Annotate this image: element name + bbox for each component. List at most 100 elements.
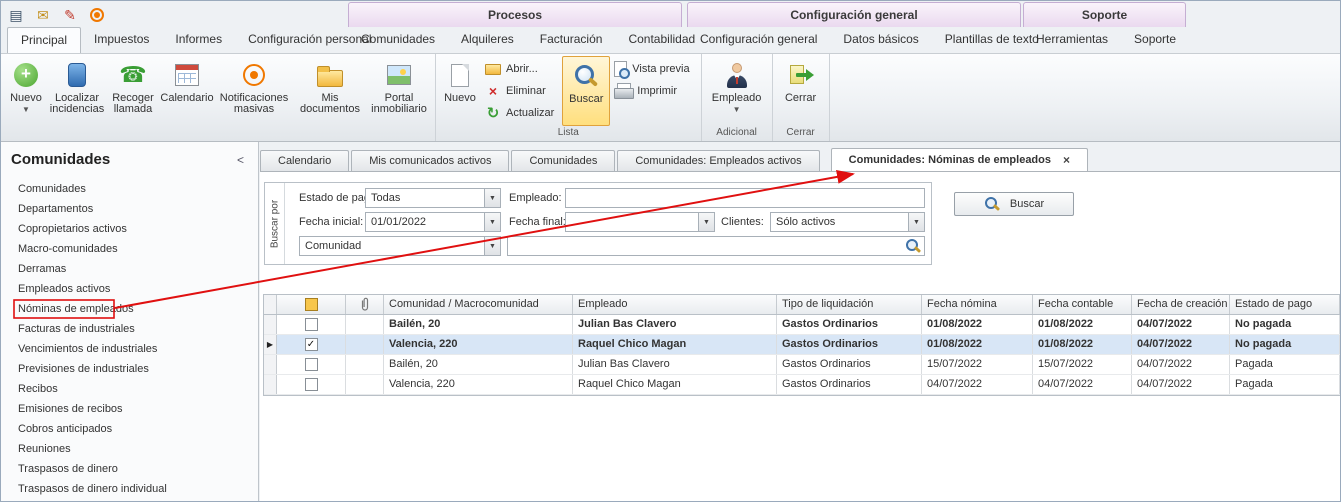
comunidad-search-input[interactable] xyxy=(508,237,902,255)
doc-tab-nominas-de-empleados-active[interactable]: Comunidades: Nóminas de empleados × xyxy=(831,148,1088,171)
tab-informes[interactable]: Informes xyxy=(162,27,235,53)
sidebar-item-recibos[interactable]: Recibos xyxy=(1,379,257,399)
buscar-label: Buscar xyxy=(569,94,603,105)
comunidad-search-field xyxy=(507,236,925,256)
buscar-button[interactable]: Buscar xyxy=(954,192,1074,216)
sidebar-item-traspasos-de-dinero-individual[interactable]: Traspasos de dinero individual xyxy=(1,479,257,499)
sidebar-item-cobros-anticipados[interactable]: Cobros anticipados xyxy=(1,419,257,439)
column-header-tipo[interactable]: Tipo de liquidación xyxy=(777,295,922,314)
tab-soporte[interactable]: Soporte xyxy=(1121,27,1189,53)
estado-de-pago-select[interactable]: Todas ▼ xyxy=(365,188,501,208)
sidebar-item-comunidades[interactable]: Comunidades xyxy=(1,179,257,199)
active-tab-label: Comunidades: Nóminas de empleados xyxy=(849,149,1051,171)
row-checkbox[interactable] xyxy=(305,338,318,351)
broadcast-icon[interactable] xyxy=(88,6,106,24)
row-checkbox-cell[interactable] xyxy=(277,355,346,374)
notebook-icon[interactable]: ▤ xyxy=(7,6,25,24)
imprimir-button[interactable]: Imprimir xyxy=(610,81,697,101)
row-checkbox[interactable] xyxy=(305,318,318,331)
tab-impuestos[interactable]: Impuestos xyxy=(81,27,162,53)
tab-alquileres[interactable]: Alquileres xyxy=(448,27,527,53)
recoger-llamada-button[interactable]: ☎ Recoger llamada xyxy=(106,56,160,126)
cell-fecha-nomina: 01/08/2022 xyxy=(922,335,1033,354)
sidebar-item-emisiones-de-recibos[interactable]: Emisiones de recibos xyxy=(1,399,257,419)
localizar-incidencias-button[interactable]: Localizar incidencias xyxy=(48,56,106,126)
chevron-down-icon[interactable]: ▼ xyxy=(484,237,500,255)
attachment-column-header[interactable] xyxy=(346,295,384,314)
sidebar-item-traspasos-de-dinero[interactable]: Traspasos de dinero xyxy=(1,459,257,479)
eliminar-button[interactable]: × Eliminar xyxy=(481,81,562,101)
column-header-fecha-creacion[interactable]: Fecha de creación xyxy=(1132,295,1230,314)
sidebar-item-nominas-de-empleados[interactable]: Nóminas de empleados xyxy=(1,299,257,319)
notificaciones-masivas-button[interactable]: Notificaciones masivas xyxy=(214,56,294,126)
tab-configuracion-general[interactable]: Configuración general xyxy=(687,27,830,53)
calendario-button[interactable]: Calendario xyxy=(160,56,214,126)
column-header-estado-de-pago[interactable]: Estado de pago xyxy=(1230,295,1340,314)
table-row[interactable]: Bailén, 20 Julian Bas Clavero Gastos Ord… xyxy=(264,355,1340,375)
portal-inmobiliario-button[interactable]: Portal inmobiliario xyxy=(366,56,432,126)
search-icon xyxy=(905,238,921,254)
clientes-select[interactable]: Sólo activos ▼ xyxy=(770,212,925,232)
column-header-fecha-nomina[interactable]: Fecha nómina xyxy=(922,295,1033,314)
doc-tab-empleados-activos[interactable]: Comunidades: Empleados activos xyxy=(617,150,819,171)
abrir-button[interactable]: Abrir... xyxy=(481,59,562,79)
tab-comunidades[interactable]: Comunidades xyxy=(348,27,448,53)
sidebar-item-previsiones-de-industriales[interactable]: Previsiones de industriales xyxy=(1,359,257,379)
doc-tab-mis-comunicados-activos[interactable]: Mis comunicados activos xyxy=(351,150,509,171)
buscar-ribbon-button[interactable]: Buscar xyxy=(562,56,610,126)
nuevo-button[interactable]: + Nuevo ▼ xyxy=(4,56,48,126)
sidebar-item-vencimientos-de-industriales[interactable]: Vencimientos de industriales xyxy=(1,339,257,359)
edit-icon[interactable]: ✎ xyxy=(61,6,79,24)
sidebar-item-facturas-de-industriales[interactable]: Facturas de industriales xyxy=(1,319,257,339)
group-label-adicional[interactable]: Adicional xyxy=(702,126,772,141)
sidebar-item-empleados-activos[interactable]: Empleados activos xyxy=(1,279,257,299)
chevron-down-icon[interactable]: ▼ xyxy=(484,189,500,207)
row-checkbox-cell[interactable] xyxy=(277,335,346,354)
row-checkbox[interactable] xyxy=(305,378,318,391)
tab-herramientas[interactable]: Herramientas xyxy=(1023,27,1121,53)
sidebar-item-reuniones[interactable]: Reuniones xyxy=(1,439,257,459)
mail-icon[interactable]: ✉ xyxy=(34,6,52,24)
application-window: ▤ ✉ ✎ Procesos Configuración general Sop… xyxy=(0,0,1341,502)
table-row-selected[interactable]: ▶ Valencia, 220 Raquel Chico Magan Gasto… xyxy=(264,335,1340,355)
cell-fecha-creacion: 04/07/2022 xyxy=(1132,355,1230,374)
column-header-comunidad[interactable]: Comunidad / Macrocomunidad xyxy=(384,295,573,314)
sidebar-item-macro-comunidades[interactable]: Macro-comunidades xyxy=(1,239,257,259)
select-all-checkbox[interactable] xyxy=(305,298,318,311)
fecha-final-datepicker[interactable]: ▼ xyxy=(565,212,715,232)
tab-datos-basicos[interactable]: Datos básicos xyxy=(830,27,931,53)
row-checkbox-cell[interactable] xyxy=(277,375,346,394)
select-all-header[interactable] xyxy=(277,295,346,314)
ribbon-tabs-configuracion: Configuración general Datos básicos Plan… xyxy=(687,27,1021,53)
fecha-inicial-datepicker[interactable]: 01/01/2022 ▼ xyxy=(365,212,501,232)
comunidad-field-select[interactable]: Comunidad ▼ xyxy=(299,236,501,256)
tab-facturacion[interactable]: Facturación xyxy=(527,27,616,53)
table-row[interactable]: Valencia, 220 Raquel Chico Magan Gastos … xyxy=(264,375,1340,395)
vista-previa-button[interactable]: Vista previa xyxy=(610,59,697,79)
sidebar-collapse-button[interactable]: < xyxy=(237,153,244,167)
empleado-button[interactable]: Empleado ▼ xyxy=(705,56,769,126)
sidebar-item-derramas[interactable]: Derramas xyxy=(1,259,257,279)
sidebar-item-copropietarios-activos[interactable]: Copropietarios activos xyxy=(1,219,257,239)
actualizar-button[interactable]: ↻ Actualizar xyxy=(481,103,562,123)
doc-tab-comunidades[interactable]: Comunidades xyxy=(511,150,615,171)
nuevo-lista-button[interactable]: Nuevo xyxy=(439,56,481,126)
empleado-input[interactable] xyxy=(565,188,925,208)
column-header-empleado[interactable]: Empleado xyxy=(573,295,777,314)
table-row[interactable]: Bailén, 20 Julian Bas Clavero Gastos Ord… xyxy=(264,315,1340,335)
chevron-down-icon[interactable]: ▼ xyxy=(484,213,500,231)
close-icon[interactable]: × xyxy=(1063,149,1070,171)
chevron-down-icon[interactable]: ▼ xyxy=(698,213,714,231)
folder-icon xyxy=(317,70,343,87)
tab-principal[interactable]: Principal xyxy=(7,27,81,53)
cerrar-button[interactable]: Cerrar xyxy=(776,56,826,126)
row-checkbox[interactable] xyxy=(305,358,318,371)
column-header-fecha-contable[interactable]: Fecha contable xyxy=(1033,295,1132,314)
mis-documentos-button[interactable]: Mis documentos xyxy=(294,56,366,126)
field-search-button[interactable] xyxy=(902,237,924,255)
row-checkbox-cell[interactable] xyxy=(277,315,346,334)
sidebar-item-departamentos[interactable]: Departamentos xyxy=(1,199,257,219)
doc-tab-calendario[interactable]: Calendario xyxy=(260,150,349,171)
cell-fecha-contable: 04/07/2022 xyxy=(1033,375,1132,394)
chevron-down-icon[interactable]: ▼ xyxy=(908,213,924,231)
